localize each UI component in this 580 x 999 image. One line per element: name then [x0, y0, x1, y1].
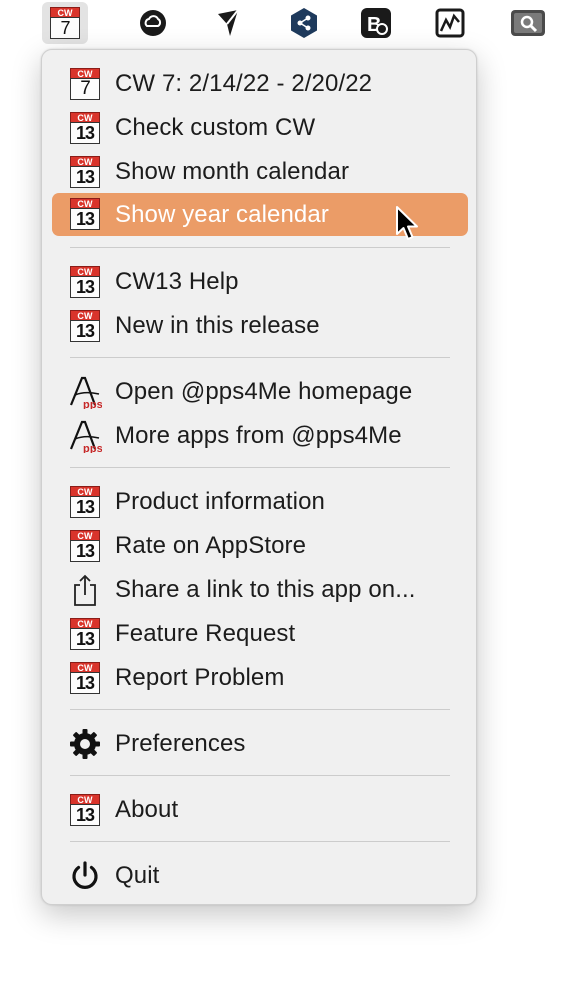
search-icon[interactable] — [505, 2, 551, 44]
menu-item-rate-appstore[interactable]: CW 13 Rate on AppStore — [52, 525, 468, 567]
menu-item-label: Feature Request — [115, 620, 296, 647]
menu-item-open-homepage[interactable]: pps Open @pps4Me homepage — [52, 371, 468, 413]
menu-item-label: Product information — [115, 488, 326, 515]
menu-item-feature-request[interactable]: CW 13 Feature Request — [52, 613, 468, 655]
menu-item-check-custom-cw[interactable]: CW 13 Check custom CW — [52, 107, 468, 149]
menu-item-label: Preferences — [115, 730, 246, 757]
menu-item-label: CW13 Help — [115, 268, 239, 295]
menu-separator — [70, 357, 450, 358]
power-icon — [68, 859, 102, 893]
cw13-calendar-icon: CW 13 — [68, 197, 102, 231]
cw13-calendar-icon: CW 13 — [68, 265, 102, 299]
menu-item-label: Share a link to this app on... — [115, 576, 416, 603]
cw7-calendar-icon: CW 7 — [68, 67, 102, 101]
menu-item-label: Report Problem — [115, 664, 285, 691]
cw13-calendar-icon: CW 13 — [68, 617, 102, 651]
menu-item-quit[interactable]: Quit — [52, 855, 468, 897]
cw13-calendar-icon: CW 13 — [68, 529, 102, 563]
creative-cloud-icon[interactable] — [130, 2, 176, 44]
testflight-icon[interactable] — [205, 2, 251, 44]
menu-item-cw13-help[interactable]: CW 13 CW13 Help — [52, 261, 468, 303]
menu-item-label: Open @pps4Me homepage — [115, 378, 413, 405]
menu-item-label: Quit — [115, 862, 160, 889]
menu-item-about[interactable]: CW 13 About — [52, 789, 468, 831]
menu-item-share-link[interactable]: Share a link to this app on... — [52, 569, 468, 611]
menu-item-preferences[interactable]: Preferences — [52, 723, 468, 765]
menu-separator — [70, 841, 450, 842]
cw13-dropdown-menu: CW 7 CW 7: 2/14/22 - 2/20/22 CW 13 Check c… — [41, 49, 477, 905]
svg-text:pps: pps — [83, 443, 102, 453]
cw7-calendar-icon: CW 7 — [50, 7, 80, 39]
cw13-calendar-icon: CW 13 — [68, 309, 102, 343]
istat-menus-icon[interactable] — [427, 2, 473, 44]
cw13-calendar-icon: CW 13 — [68, 111, 102, 145]
cw13-calendar-icon: CW 13 — [68, 793, 102, 827]
share-icon — [68, 573, 102, 607]
menu-bar: CW 7 B — [0, 0, 580, 46]
menu-item-label: Show month calendar — [115, 158, 350, 185]
apps4me-logo-icon: pps — [68, 375, 102, 409]
menu-item-more-apps[interactable]: pps More apps from @pps4Me — [52, 415, 468, 457]
mouse-cursor-icon — [396, 206, 418, 240]
cw13-calendar-icon: CW 13 — [68, 485, 102, 519]
menu-item-label: Show year calendar — [115, 200, 329, 228]
menu-separator — [70, 775, 450, 776]
menu-item-label: About — [115, 796, 179, 823]
menu-item-report-problem[interactable]: CW 13 Report Problem — [52, 657, 468, 699]
menu-item-product-information[interactable]: CW 13 Product information — [52, 481, 468, 523]
menu-item-label: Rate on AppStore — [115, 532, 307, 559]
menu-item-label: More apps from @pps4Me — [115, 422, 402, 449]
cw13-calendar-icon: CW 13 — [68, 661, 102, 695]
bartender-icon[interactable]: B — [353, 2, 399, 44]
menu-separator — [70, 247, 450, 248]
sourcetree-icon[interactable] — [281, 2, 327, 44]
gear-icon — [68, 727, 102, 761]
menu-item-label: CW 7: 2/14/22 - 2/20/22 — [115, 70, 373, 97]
cw13-menubar-icon[interactable]: CW 7 — [42, 2, 88, 44]
menu-separator — [70, 709, 450, 710]
menu-item-label: New in this release — [115, 312, 320, 339]
apps4me-logo-icon: pps — [68, 419, 102, 453]
menu-item-current-cw[interactable]: CW 7 CW 7: 2/14/22 - 2/20/22 — [52, 63, 468, 105]
cw13-calendar-icon: CW 13 — [68, 155, 102, 189]
menu-item-label: Check custom CW — [115, 114, 316, 141]
menu-separator — [70, 467, 450, 468]
svg-text:pps: pps — [83, 399, 102, 409]
menu-item-show-month-calendar[interactable]: CW 13 Show month calendar — [52, 151, 468, 193]
menu-item-new-in-release[interactable]: CW 13 New in this release — [52, 305, 468, 347]
